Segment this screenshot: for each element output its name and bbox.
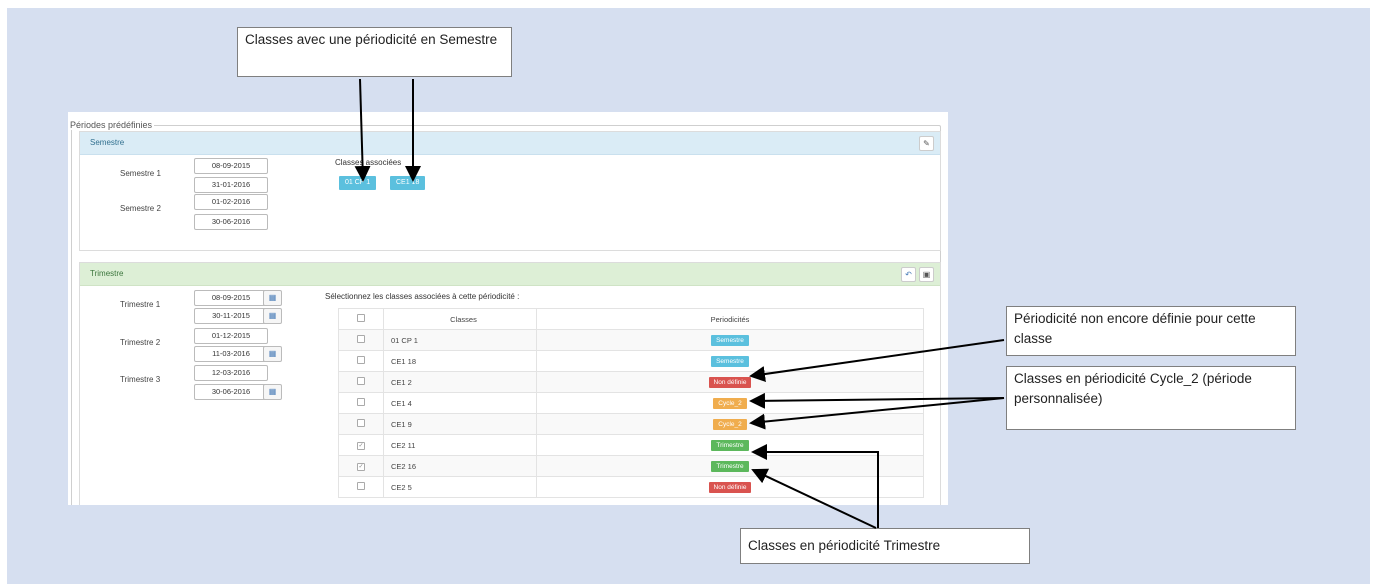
row-checkbox[interactable]: ✓ — [357, 463, 365, 471]
fieldset-legend: Périodes prédéfinies — [70, 120, 153, 130]
class-name-cell: CE2 11 — [383, 434, 537, 456]
trimestre-3-label: Trimestre 3 — [120, 375, 161, 384]
row-checkbox-cell — [338, 329, 384, 351]
periodicity-cell: Semestre — [536, 329, 924, 351]
row-checkbox-cell — [338, 350, 384, 372]
select-all-checkbox[interactable] — [357, 314, 365, 322]
periodicity-cell: Trimestre — [536, 434, 924, 456]
pencil-icon[interactable]: ✎ — [919, 136, 934, 151]
row-checkbox-cell — [338, 392, 384, 414]
select-classes-prompt: Sélectionnez les classes associées à cet… — [325, 292, 520, 301]
table-row[interactable]: CE1 2 Non définie — [338, 371, 924, 393]
classes-table-body: 01 CP 1 Semestre CE1 18 Semestre CE1 2 Non dé… — [338, 329, 924, 498]
periodicity-badge: Semestre — [711, 334, 749, 346]
class-name-cell: 01 CP 1 — [383, 329, 537, 351]
callout-non-definie: Périodicité non encore définie pour cett… — [1006, 306, 1296, 356]
periodicity-badge: Trimestre — [711, 439, 749, 451]
table-row[interactable]: CE1 9 Cycle_2 — [338, 413, 924, 435]
class-name-cell: CE2 16 — [383, 455, 537, 477]
class-name-cell: CE1 4 — [383, 392, 537, 414]
trimestre-1-end-input[interactable]: 30-11-2015 — [194, 308, 268, 324]
callout-semestre-classes: Classes avec une périodicité en Semestre — [237, 27, 512, 77]
periodicity-badge: Trimestre — [711, 460, 749, 472]
column-header-classes: Classes — [383, 308, 537, 330]
periodicity-badge: Cycle_2 — [713, 397, 747, 409]
row-checkbox[interactable]: ✓ — [357, 442, 365, 450]
periodicity-badge: Cycle_2 — [713, 418, 747, 430]
row-checkbox[interactable] — [357, 335, 365, 343]
table-header-row: Classes Periodicités — [338, 308, 924, 330]
calendar-icon[interactable]: ▦ — [263, 290, 282, 306]
associated-classes-label: Classes associées — [335, 158, 402, 167]
table-row[interactable]: ✓ CE2 16 Trimestre — [338, 455, 924, 477]
calendar-icon[interactable]: ▦ — [263, 384, 282, 400]
semestre-2-label: Semestre 2 — [120, 204, 161, 213]
trimestre-2-end-input[interactable]: 11-03-2016 — [194, 346, 268, 362]
semestre-panel: Semestre ✎ Semestre 1 08-09-2015 31-01-2… — [79, 131, 941, 251]
trimestre-panel-header: Trimestre ↶ ▣ — [80, 263, 940, 286]
save-icon[interactable]: ▣ — [919, 267, 934, 282]
row-checkbox-cell — [338, 413, 384, 435]
trimestre-3-end-input[interactable]: 30-06-2016 — [194, 384, 268, 400]
periodicity-badge: Non définie — [708, 481, 752, 493]
periodicity-badge: Non définie — [708, 376, 752, 388]
periodicity-cell: Non définie — [536, 371, 924, 393]
screenshot-frame: Périodes prédéfinies Semestre ✎ Semestre… — [68, 112, 948, 505]
trimestre-title: Trimestre — [90, 269, 124, 278]
row-checkbox[interactable] — [357, 377, 365, 385]
trimestre-1-start-input[interactable]: 08-09-2015 — [194, 290, 268, 306]
semestre-1-start-input[interactable]: 08-09-2015 — [194, 158, 268, 174]
semestre-panel-header: Semestre ✎ — [80, 132, 940, 155]
trimestre-panel: Trimestre ↶ ▣ Trimestre 1 08-09-2015 ▦ 3… — [79, 262, 941, 505]
trimestre-2-start-input[interactable]: 01-12-2015 — [194, 328, 268, 344]
row-checkbox[interactable] — [357, 356, 365, 364]
periodicity-cell: Trimestre — [536, 455, 924, 477]
table-row[interactable]: ✓ CE2 11 Trimestre — [338, 434, 924, 456]
row-checkbox-cell: ✓ — [338, 434, 384, 456]
row-checkbox-cell — [338, 371, 384, 393]
semestre-1-label: Semestre 1 — [120, 169, 161, 178]
periodicity-cell: Semestre — [536, 350, 924, 372]
periodicity-cell: Cycle_2 — [536, 392, 924, 414]
class-name-cell: CE1 2 — [383, 371, 537, 393]
callout-cycle2: Classes en périodicité Cycle_2 (période … — [1006, 366, 1296, 430]
calendar-icon[interactable]: ▦ — [263, 308, 282, 324]
semestre-2-end-input[interactable]: 30-06-2016 — [194, 214, 268, 230]
semestre-2-start-input[interactable]: 01-02-2016 — [194, 194, 268, 210]
table-row[interactable]: CE2 5 Non définie — [338, 476, 924, 498]
row-checkbox-cell: ✓ — [338, 455, 384, 477]
row-checkbox[interactable] — [357, 419, 365, 427]
periodicity-badge: Semestre — [711, 355, 749, 367]
trimestre-3-start-input[interactable]: 12-03-2016 — [194, 365, 268, 381]
column-header-periodicites: Periodicités — [536, 308, 924, 330]
classes-table: Classes Periodicités 01 CP 1 Semestre CE1 … — [338, 308, 924, 498]
class-name-cell: CE2 5 — [383, 476, 537, 498]
table-row[interactable]: CE1 18 Semestre — [338, 350, 924, 372]
class-chip-01-cp-1[interactable]: 01 CP 1 — [339, 176, 377, 190]
class-name-cell: CE1 9 — [383, 413, 537, 435]
periodicity-cell: Cycle_2 — [536, 413, 924, 435]
semestre-title: Semestre — [90, 138, 125, 147]
row-checkbox[interactable] — [357, 482, 365, 490]
calendar-icon[interactable]: ▦ — [263, 346, 282, 362]
trimestre-1-label: Trimestre 1 — [120, 300, 161, 309]
semestre-1-end-input[interactable]: 31-01-2016 — [194, 177, 268, 193]
class-name-cell: CE1 18 — [383, 350, 537, 372]
trimestre-2-label: Trimestre 2 — [120, 338, 161, 347]
undo-icon[interactable]: ↶ — [901, 267, 916, 282]
callout-trimestre: Classes en périodicité Trimestre — [740, 528, 1030, 564]
table-row[interactable]: 01 CP 1 Semestre — [338, 329, 924, 351]
select-all-cell — [338, 308, 384, 330]
periodicity-cell: Non définie — [536, 476, 924, 498]
row-checkbox-cell — [338, 476, 384, 498]
class-chip-ce1-18[interactable]: CE1 18 — [390, 176, 426, 190]
table-row[interactable]: CE1 4 Cycle_2 — [338, 392, 924, 414]
row-checkbox[interactable] — [357, 398, 365, 406]
